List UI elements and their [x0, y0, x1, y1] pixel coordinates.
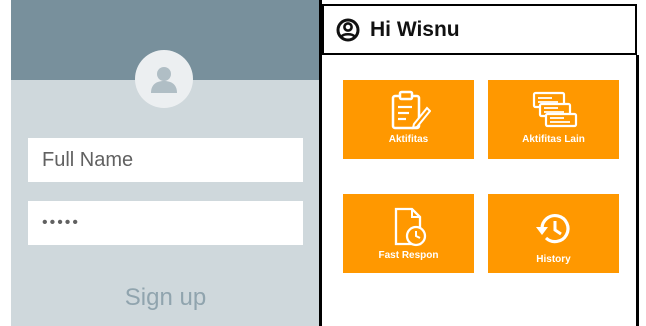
tile-history[interactable]: History	[488, 194, 619, 273]
stacked-documents-icon	[532, 91, 577, 128]
frame-edge	[636, 55, 639, 326]
dashboard-panel: Hi Wisnu Aktifitas Aktifitas Lain Fast R…	[322, 0, 639, 326]
clipboard-edit-icon	[391, 90, 431, 130]
tile-label: Aktifitas Lain	[522, 134, 585, 145]
tile-fast-respon[interactable]: Fast Respon	[343, 194, 474, 273]
greeting-title: Hi Wisnu	[370, 17, 460, 41]
signup-panel: Sign up	[11, 0, 319, 326]
tile-aktifitas[interactable]: Aktifitas	[343, 80, 474, 159]
tile-label: Fast Respon	[378, 250, 439, 261]
account-circle-icon	[336, 18, 360, 41]
app-header: Hi Wisnu	[322, 4, 637, 55]
password-input[interactable]	[42, 214, 289, 232]
user-icon	[151, 67, 177, 93]
document-clock-icon	[394, 207, 426, 247]
tile-label: Aktifitas	[388, 134, 429, 145]
full-name-input[interactable]	[42, 148, 289, 172]
sign-up-button[interactable]: Sign up	[28, 276, 303, 320]
tile-label: History	[536, 254, 571, 265]
avatar	[135, 50, 193, 108]
history-clock-icon	[535, 214, 570, 244]
tile-aktifitas-lain[interactable]: Aktifitas Lain	[488, 80, 619, 159]
full-name-field[interactable]	[28, 138, 303, 182]
password-field[interactable]	[28, 201, 303, 245]
